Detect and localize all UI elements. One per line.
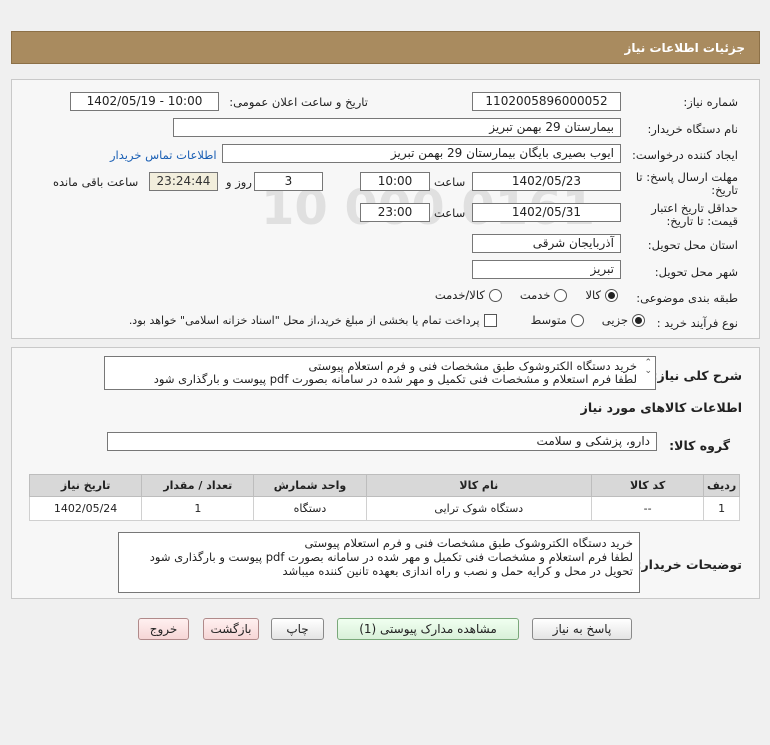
buyer-contact-link[interactable]: اطلاعات تماس خریدار	[110, 148, 217, 162]
city-label: شهر محل تحویل:	[654, 265, 738, 279]
goods-table: ردیف کد کالا نام کالا واحد شمارش تعداد /…	[28, 474, 740, 521]
validity-date-field: 1402/05/31	[472, 203, 621, 222]
days-label: روز و	[226, 175, 252, 189]
goods-group-label: گروه کالا:	[669, 438, 730, 453]
category-option-goods-service[interactable]: کالا/خدمت	[435, 288, 502, 302]
deadline-time-label: ساعت	[434, 175, 466, 189]
remaining-time-field: 23:24:44	[149, 172, 218, 191]
col-qty: تعداد / مقدار	[141, 474, 255, 497]
back-button[interactable]: بازگشت	[203, 618, 259, 640]
buyer-notes-field: خرید دستگاه الکتروشوک طبق مشخصات فنی و ف…	[118, 532, 640, 593]
need-number-field: 1102005896000052	[472, 92, 621, 111]
col-unit: واحد شمارش	[253, 474, 367, 497]
validity-time-field: 23:00	[360, 203, 430, 222]
validity-time-label: ساعت	[434, 206, 466, 220]
description-label: شرح کلی نیاز:	[652, 368, 742, 383]
col-row: ردیف	[703, 474, 740, 497]
radio-selected-icon	[605, 288, 618, 302]
process-option-medium[interactable]: متوسط	[531, 313, 584, 327]
page-title: جزئیات اطلاعات نیاز	[624, 40, 745, 55]
deadline-time-field: 10:00	[360, 172, 430, 191]
print-button[interactable]: چاپ	[271, 618, 324, 640]
announce-label: تاریخ و ساعت اعلان عمومی:	[229, 95, 368, 109]
validity-label: حداقل تاریخ اعتبار	[651, 201, 738, 215]
validity-label-2: قیمت: تا تاریخ:	[666, 214, 738, 228]
city-field: تبریز	[472, 260, 621, 279]
category-option-service[interactable]: خدمت	[520, 288, 568, 302]
category-label: طبقه بندی موضوعی:	[636, 291, 738, 305]
province-label: استان محل تحویل:	[647, 238, 738, 252]
table-header-row: ردیف کد کالا نام کالا واحد شمارش تعداد /…	[28, 474, 740, 497]
col-date: تاریخ نیاز	[28, 474, 143, 497]
exit-button[interactable]: خروج	[138, 618, 189, 640]
process-label: نوع فرآیند خرید :	[656, 316, 738, 330]
deadline-label: مهلت ارسال پاسخ: تا	[635, 170, 738, 184]
radio-icon	[554, 288, 568, 302]
deadline-date-field: 1402/05/23	[472, 172, 621, 191]
buyer-org-field: بیمارستان 29 بهمن تبریز	[173, 118, 621, 137]
radio-icon	[570, 313, 584, 327]
resize-handle-icon[interactable]: ⌃ ⌄	[644, 359, 652, 376]
requester-field: ایوب بصیری بایگان بیمارستان 29 بهمن تبری…	[222, 144, 621, 163]
col-code: کد کالا	[591, 474, 705, 497]
remaining-label: ساعت باقی مانده	[53, 175, 139, 189]
goods-group-field: دارو، پزشکی و سلامت	[107, 432, 657, 451]
description-field: خرید دستگاه الکتروشوک طبق مشخصات فنی و ف…	[104, 356, 656, 390]
category-options: کالا خدمت کالا/خدمت	[435, 288, 618, 302]
days-field: 3	[254, 172, 323, 191]
treasury-payment-option[interactable]: پرداخت تمام یا بخشی از مبلغ خرید،از محل …	[129, 313, 497, 327]
page-header: جزئیات اطلاعات نیاز	[11, 31, 760, 64]
requester-label: ایجاد کننده درخواست:	[632, 148, 738, 162]
goods-section-title: اطلاعات کالاهای مورد نیاز	[580, 400, 742, 415]
deadline-label-2: تاریخ:	[711, 183, 738, 197]
buyer-org-label: نام دستگاه خریدار:	[647, 122, 738, 136]
table-row: 1 -- دستگاه شوک ترایی دستگاه 1 1402/05/2…	[28, 496, 740, 521]
buyer-notes-label: توضیحات خریدار:	[636, 557, 742, 572]
province-field: آذربایجان شرقی	[472, 234, 621, 253]
announce-field: 1402/05/19 - 10:00	[70, 92, 219, 111]
need-number-label: شماره نیاز:	[683, 95, 738, 109]
col-name: نام کالا	[365, 474, 593, 497]
view-attachments-button[interactable]: مشاهده مدارک پیوستی (1)	[337, 618, 519, 640]
reply-button[interactable]: پاسخ به نیاز	[532, 618, 632, 640]
category-option-goods[interactable]: کالا	[585, 288, 618, 302]
process-options: جزیی متوسط پرداخت تمام یا بخشی از مبلغ خ…	[129, 313, 645, 327]
radio-icon	[488, 288, 502, 302]
checkbox-icon	[483, 313, 497, 327]
process-option-minor[interactable]: جزیی	[602, 313, 645, 327]
radio-selected-icon	[632, 313, 645, 327]
